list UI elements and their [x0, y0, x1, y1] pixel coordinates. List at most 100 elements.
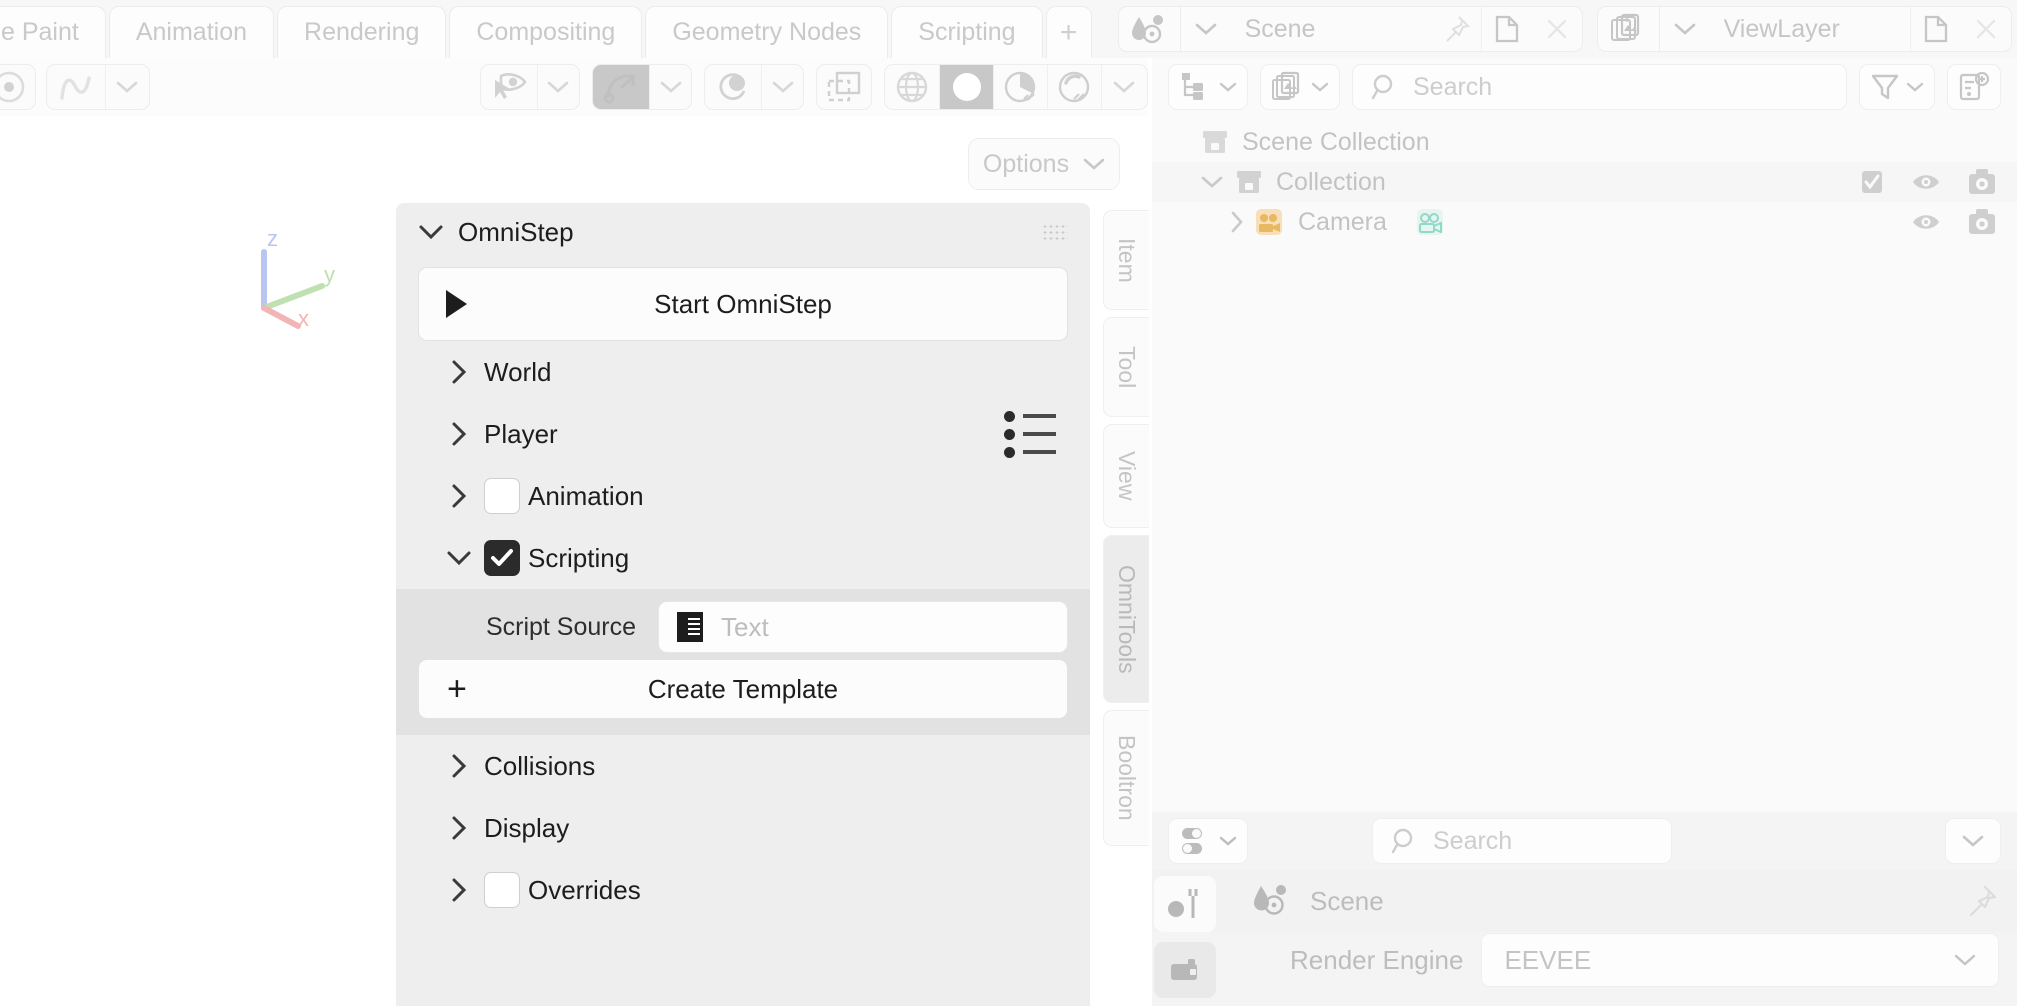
overrides-checkbox[interactable]	[484, 872, 520, 908]
scene-name-field[interactable]: Scene	[1231, 15, 1431, 44]
omnistep-panel-header[interactable]: OmniStep	[396, 203, 1090, 261]
workspace-tab-compositing[interactable]: Compositing	[449, 6, 643, 58]
tool-icon	[1168, 889, 1198, 918]
shading-mode-selector[interactable]	[884, 64, 1148, 110]
material-preview-icon[interactable]	[993, 65, 1047, 109]
snap-magnet-icon[interactable]	[593, 65, 649, 109]
workspace-tab-animation[interactable]: Animation	[108, 6, 275, 58]
scene-dropdown-chevron[interactable]	[1181, 7, 1231, 51]
render-engine-dropdown[interactable]: EEVEE	[1481, 933, 1999, 987]
workspace-tab-geometry-nodes[interactable]: Geometry Nodes	[645, 6, 889, 58]
section-scripting[interactable]: Scripting	[396, 527, 1090, 589]
proportional-chevron-down-icon[interactable]	[761, 65, 803, 109]
unlink-scene-icon[interactable]	[1532, 7, 1582, 51]
sidebar-tab-tool[interactable]: Tool	[1103, 317, 1149, 417]
outliner-search-input[interactable]: Search	[1352, 64, 1847, 110]
workspace-tab-rendering[interactable]: Rendering	[277, 6, 447, 58]
eye-icon[interactable]	[1911, 209, 1941, 235]
sidebar-tab-view[interactable]: View	[1103, 424, 1149, 528]
outliner-filter-button[interactable]	[1859, 64, 1935, 110]
outliner-editor: Search Scene Collection Collection Camer…	[1152, 58, 2017, 812]
properties-editor: Search Scene Render Engine EEVEE	[1152, 812, 2017, 1006]
properties-options-button[interactable]	[1945, 818, 2001, 864]
play-icon	[443, 288, 469, 320]
object-mode-selector[interactable]	[45, 64, 150, 110]
view-layer-selector[interactable]: ViewLayer	[1596, 6, 2012, 52]
render-engine-value: EEVEE	[1504, 944, 1592, 975]
workspace-tab-scripting[interactable]: Scripting	[891, 6, 1043, 58]
properties-tab-tool[interactable]	[1154, 876, 1216, 932]
section-label: Collisions	[484, 750, 596, 781]
svg-text:z: z	[267, 230, 278, 251]
editor-type-button[interactable]	[0, 64, 36, 110]
start-omnistep-button[interactable]: Start OmniStep	[418, 267, 1068, 341]
gizmo-toggle-button[interactable]	[816, 64, 873, 110]
add-workspace-button[interactable]: +	[1045, 6, 1092, 58]
chevron-right-icon[interactable]	[1230, 210, 1244, 234]
script-source-placeholder: Text	[721, 611, 769, 642]
render-engine-row: Render Engine EEVEE	[1152, 932, 2017, 988]
section-overrides[interactable]: Overrides	[396, 859, 1090, 921]
script-source-input[interactable]: Text	[658, 601, 1068, 653]
new-viewlayer-icon[interactable]	[1911, 7, 1961, 51]
chevron-right-icon	[442, 753, 476, 779]
sidebar-tab-label: Tool	[1114, 345, 1140, 389]
solid-sphere-icon[interactable]	[939, 65, 994, 109]
view-layer-name-field[interactable]: ViewLayer	[1710, 15, 1910, 44]
proportional-edit-icon[interactable]	[705, 65, 761, 109]
snap-settings[interactable]	[592, 64, 693, 110]
outliner-row-collection[interactable]: Collection	[1152, 162, 2017, 202]
sidebar-tab-omnitools[interactable]: OmniTools	[1103, 535, 1149, 703]
rendered-sphere-icon[interactable]	[1046, 65, 1101, 109]
outliner-filter-id-button[interactable]	[1260, 64, 1340, 110]
eye-icon[interactable]	[1911, 169, 1941, 195]
properties-editor-type-button[interactable]	[1168, 818, 1248, 864]
new-scene-icon[interactable]	[1482, 7, 1532, 51]
outliner-row-scene-collection[interactable]: Scene Collection	[1152, 122, 2017, 162]
camera-object-icon	[1254, 207, 1286, 237]
wireframe-globe-icon[interactable]	[885, 65, 939, 109]
properties-tab-render[interactable]	[1154, 942, 1216, 998]
breadcrumb-label: Scene	[1310, 885, 1384, 916]
new-collection-button[interactable]	[1947, 64, 2001, 110]
chevron-down-icon	[1219, 82, 1237, 92]
sidebar-tab-item[interactable]: Item	[1103, 210, 1149, 310]
scripting-checkbox[interactable]	[484, 540, 520, 576]
object-mode-icon[interactable]	[47, 65, 105, 109]
remove-viewlayer-icon[interactable]	[1961, 7, 2011, 51]
eye-cursor-icon[interactable]	[481, 65, 537, 109]
scene-selector[interactable]: Scene	[1117, 6, 1583, 52]
svg-text:x: x	[298, 306, 309, 330]
pin-icon[interactable]	[1431, 7, 1481, 51]
section-display[interactable]: Display	[396, 797, 1090, 859]
outliner-display-mode-button[interactable]	[1168, 64, 1248, 110]
panel-drag-handle-icon[interactable]	[1042, 224, 1068, 240]
section-player[interactable]: Player	[396, 403, 1090, 465]
animation-checkbox[interactable]	[484, 478, 520, 514]
camera-icon[interactable]	[1967, 168, 1997, 196]
visibility-selectability-button[interactable]	[479, 64, 581, 110]
create-template-button[interactable]: + Create Template	[418, 659, 1068, 719]
section-collisions[interactable]: Collisions	[396, 735, 1090, 797]
chevron-down-icon	[1083, 158, 1105, 170]
properties-search-input[interactable]: Search	[1372, 818, 1672, 864]
object-mode-chevron-down-icon[interactable]	[104, 65, 149, 109]
camera-icon[interactable]	[1967, 208, 1997, 236]
sidebar-tab-booltron[interactable]: Booltron	[1103, 710, 1149, 846]
workspace-tab-e-paint[interactable]: e Paint	[0, 6, 106, 58]
chevron-down-icon[interactable]	[1200, 175, 1224, 189]
omnistep-panel: OmniStep Start OmniStep World Player Ani…	[396, 203, 1090, 1006]
view-layer-dropdown-chevron[interactable]	[1660, 7, 1710, 51]
snap-chevron-down-icon[interactable]	[648, 65, 691, 109]
shading-chevron-down-icon[interactable]	[1100, 65, 1147, 109]
checkbox-on-icon[interactable]	[1859, 168, 1885, 196]
editor-type-icon[interactable]	[0, 65, 35, 109]
section-world[interactable]: World	[396, 341, 1090, 403]
outliner-row-camera[interactable]: Camera	[1152, 202, 2017, 242]
proportional-editing[interactable]	[704, 64, 805, 110]
pin-icon[interactable]	[1965, 884, 1999, 918]
preset-list-icon[interactable]	[1004, 410, 1056, 458]
viewport-options-button[interactable]: Options	[968, 138, 1120, 190]
section-animation[interactable]: Animation	[396, 465, 1090, 527]
visibility-chevron-down-icon[interactable]	[536, 65, 579, 109]
